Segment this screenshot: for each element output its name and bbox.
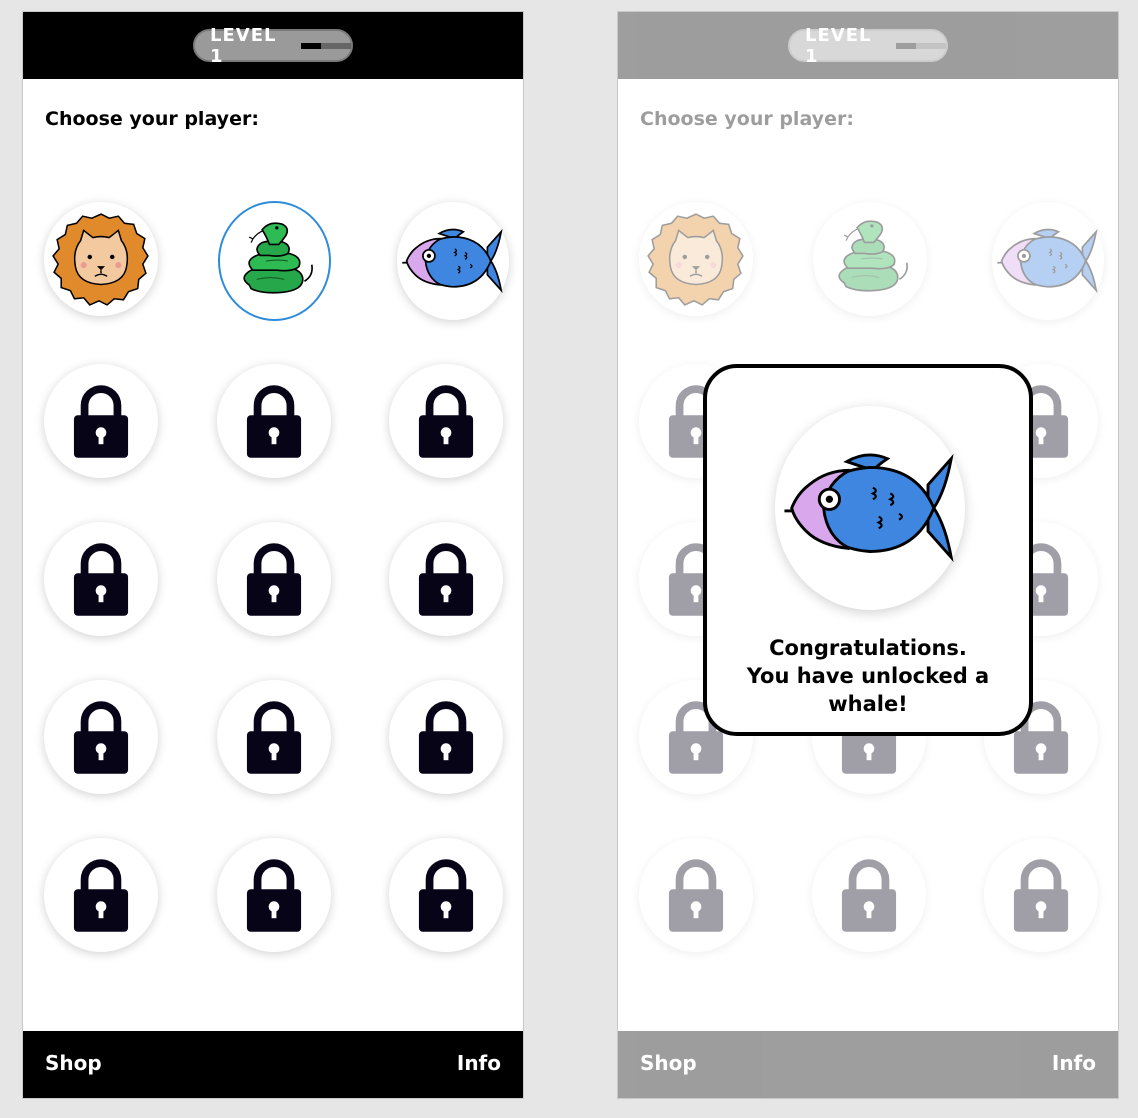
lock-icon [72,382,130,460]
locked-player[interactable] [389,364,503,478]
locked-player [812,838,926,952]
locked-player[interactable] [44,680,158,794]
bottom-bar: Shop Info [618,1031,1118,1098]
locked-player[interactable] [217,364,331,478]
lock-icon [840,856,898,934]
fish-icon [783,435,957,581]
locked-player[interactable] [44,522,158,636]
shop-link: Shop [640,1051,697,1075]
snake-icon [229,215,321,307]
player-lion [639,202,753,316]
lion-icon [50,208,152,310]
locked-player[interactable] [217,838,331,952]
locked-player[interactable] [44,364,158,478]
snake-icon [824,213,916,305]
player-fish[interactable] [397,202,509,320]
lion-icon [645,208,747,310]
lock-icon [72,540,130,618]
lock-icon [245,540,303,618]
unlock-message-line: Congratulations. [769,636,967,660]
lock-icon [245,382,303,460]
locked-player[interactable] [389,522,503,636]
player-select-screen: LEVEL 1 Choose your player: Shop Info [22,11,524,1099]
unlock-message-line: whale! [828,692,908,716]
locked-player [984,838,1098,952]
player-snake [813,202,927,316]
locked-player[interactable] [217,522,331,636]
unlocked-player-avatar [775,406,965,610]
lock-icon [417,540,475,618]
player-fish [992,202,1104,320]
unlock-message-line: You have unlocked a [746,664,990,688]
locked-player[interactable] [44,838,158,952]
lock-icon [417,856,475,934]
info-link[interactable]: Info [457,1051,501,1075]
locked-player[interactable] [389,680,503,794]
lock-icon [417,698,475,776]
locked-player [639,838,753,952]
locked-player[interactable] [217,680,331,794]
fish-icon [996,218,1100,304]
lock-icon [417,382,475,460]
player-grid [23,12,523,1098]
lock-icon [245,856,303,934]
lock-icon [1012,856,1070,934]
fish-icon [401,218,505,304]
shop-link[interactable]: Shop [45,1051,102,1075]
lock-icon [245,698,303,776]
locked-player[interactable] [389,838,503,952]
unlock-message: Congratulations. You have unlocked a wha… [707,634,1029,718]
unlock-dialog[interactable]: Congratulations. You have unlocked a wha… [703,364,1033,736]
lock-icon [667,856,725,934]
player-lion[interactable] [44,202,158,316]
info-link: Info [1051,1051,1096,1075]
unlock-dialog-screen: LEVEL 1 Choose your player: Shop Info Co… [617,11,1119,1099]
player-snake[interactable] [218,201,331,321]
bottom-bar: Shop Info [23,1031,523,1098]
lock-icon [72,856,130,934]
lock-icon [72,698,130,776]
